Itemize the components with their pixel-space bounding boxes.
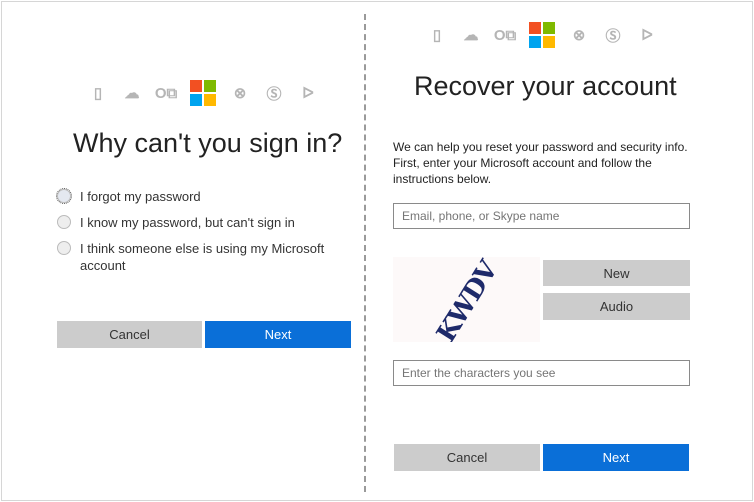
product-icons-left: ▯ ☁ O⧉ ⊗ Ⓢ ᐅ <box>88 80 318 106</box>
outlook-icon: O⧉ <box>493 26 517 44</box>
radio-label: I think someone else is using my Microso… <box>80 241 325 273</box>
radio-button[interactable] <box>57 241 71 255</box>
radio-label: I know my password, but can't sign in <box>80 215 295 230</box>
cancel-button[interactable]: Cancel <box>57 321 202 348</box>
next-button[interactable]: Next <box>543 444 689 471</box>
bing-icon: ᐅ <box>302 85 314 102</box>
skype-icon: Ⓢ <box>605 27 621 45</box>
captcha-input[interactable] <box>393 360 690 386</box>
onedrive-icon: ☁ <box>463 27 479 44</box>
radio-someone-else[interactable]: I think someone else is using my Microso… <box>57 240 327 274</box>
captcha-image: KWDV <box>393 257 540 342</box>
xbox-icon: ⊗ <box>233 85 247 102</box>
microsoft-logo <box>190 80 216 106</box>
recover-description: We can help you reset your password and … <box>393 140 688 186</box>
account-input[interactable] <box>393 203 690 229</box>
page-title: Why can't you sign in? <box>73 128 343 158</box>
new-captcha-button[interactable]: New <box>543 260 690 286</box>
radio-forgot-password[interactable]: I forgot my password <box>56 188 201 205</box>
outlook-icon: O⧉ <box>154 84 178 102</box>
radio-cant-sign-in[interactable]: I know my password, but can't sign in <box>57 214 295 231</box>
bing-icon: ᐅ <box>641 27 653 44</box>
skype-icon: Ⓢ <box>266 85 282 103</box>
radio-button[interactable] <box>56 188 72 204</box>
recover-title: Recover your account <box>414 71 677 101</box>
onedrive-icon: ☁ <box>124 85 140 102</box>
next-button[interactable]: Next <box>205 321 351 348</box>
office-icon: ▯ <box>432 27 442 44</box>
radio-button[interactable] <box>57 215 71 229</box>
audio-captcha-button[interactable]: Audio <box>543 293 690 320</box>
xbox-icon: ⊗ <box>572 27 586 44</box>
microsoft-logo <box>529 22 555 48</box>
product-icons-right: ▯ ☁ O⧉ ⊗ Ⓢ ᐅ <box>427 22 657 48</box>
office-icon: ▯ <box>93 85 103 102</box>
cancel-button[interactable]: Cancel <box>394 444 540 471</box>
radio-label: I forgot my password <box>80 189 201 204</box>
divider <box>364 14 366 492</box>
